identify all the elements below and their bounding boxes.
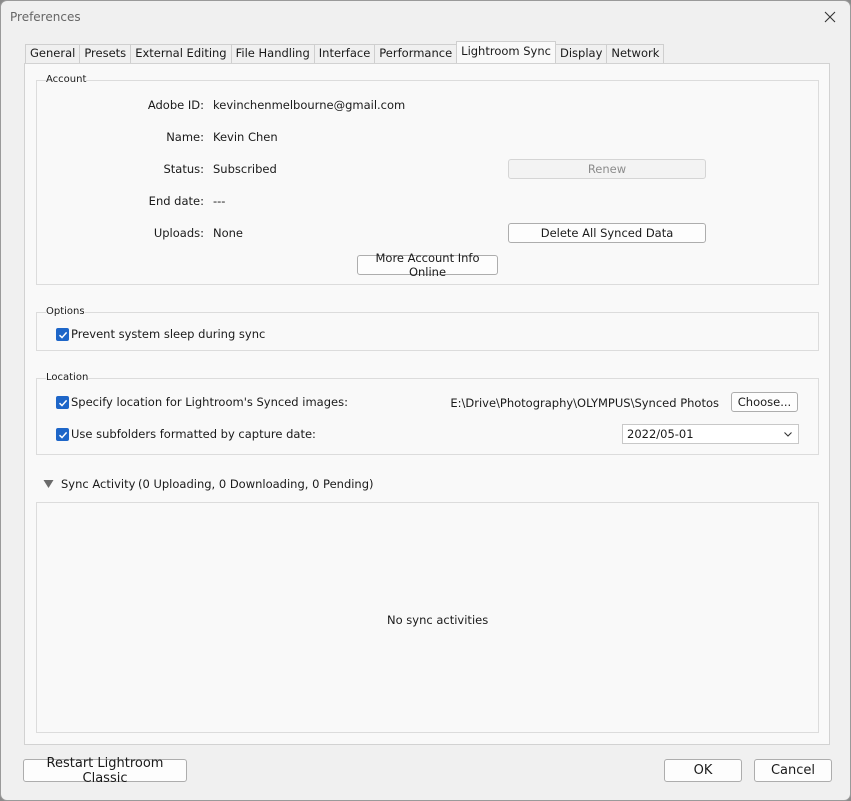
location-group-label: Location [46,372,89,383]
empty-message: No sync activities [387,613,489,627]
prevent-sleep-label: Prevent system sleep during sync [71,327,266,341]
end-date-label: End date: [148,194,204,208]
checkmark-icon [58,431,67,439]
options-group-label: Options [46,306,85,317]
location-path: E:\Drive\Photography\OLYMPUS\Synced Phot… [450,396,719,410]
triangle-down-icon[interactable] [43,479,54,489]
title-bar: Preferences [1,1,850,33]
specify-location-label: Specify location for Lightroom's Synced … [71,395,348,409]
prevent-sleep-checkbox[interactable] [56,328,69,341]
more-account-info-button[interactable]: More Account Info Online [357,251,498,279]
uploads-label: Uploads: [153,226,204,240]
adobe-id-value: kevinchenmelbourne@gmail.com [213,98,406,112]
preferences-window: Preferences General Presets External Edi… [0,0,851,801]
checkmark-icon [58,399,67,407]
window-title: Preferences [10,10,81,24]
tab-performance[interactable]: Performance [374,44,458,63]
account-group-label: Account [46,74,87,85]
tab-interface[interactable]: Interface [313,44,376,63]
name-label: Name: [166,130,204,144]
specify-location-checkbox[interactable] [56,396,69,409]
tab-content-panel: Account Adobe ID: kevinchenmelbourne@gma… [24,63,830,745]
checkmark-icon [58,331,67,339]
sync-activity-list: No sync activities [36,502,819,733]
restart-lightroom-button[interactable]: Restart Lightroom Classic [23,756,187,786]
delete-synced-data-button[interactable]: Delete All Synced Data [508,223,706,243]
chevron-down-icon [784,432,792,437]
close-button[interactable] [810,1,850,33]
use-subfolders-label: Use subfolders formatted by capture date… [71,427,316,441]
tab-display[interactable]: Display [554,44,608,63]
tab-lightroom-sync[interactable]: Lightroom Sync [456,41,556,63]
sync-activity-label[interactable]: Sync Activity [61,477,135,491]
tab-file-handling[interactable]: File Handling [230,44,315,63]
adobe-id-label: Adobe ID: [147,98,204,112]
choose-location-button[interactable]: Choose... [731,392,798,412]
sync-activity-summary: (0 Uploading, 0 Downloading, 0 Pending) [138,477,374,491]
status-value: Subscribed [213,162,277,176]
name-value: Kevin Chen [213,130,278,144]
cancel-button[interactable]: Cancel [754,759,832,782]
tab-bar: General Presets External Editing File Ha… [25,41,665,63]
ok-button[interactable]: OK [664,759,742,782]
tab-general[interactable]: General [25,44,81,63]
date-format-value: 2022/05-01 [627,427,694,441]
use-subfolders-checkbox[interactable] [56,428,69,441]
end-date-value: --- [213,194,226,208]
date-format-select[interactable]: 2022/05-01 [622,424,799,444]
status-label: Status: [163,162,204,176]
tab-network[interactable]: Network [606,44,665,63]
uploads-value: None [213,226,244,240]
tab-external-editing[interactable]: External Editing [130,44,232,63]
close-icon [824,11,836,23]
renew-button[interactable]: Renew [508,159,706,179]
tab-presets[interactable]: Presets [79,44,132,63]
